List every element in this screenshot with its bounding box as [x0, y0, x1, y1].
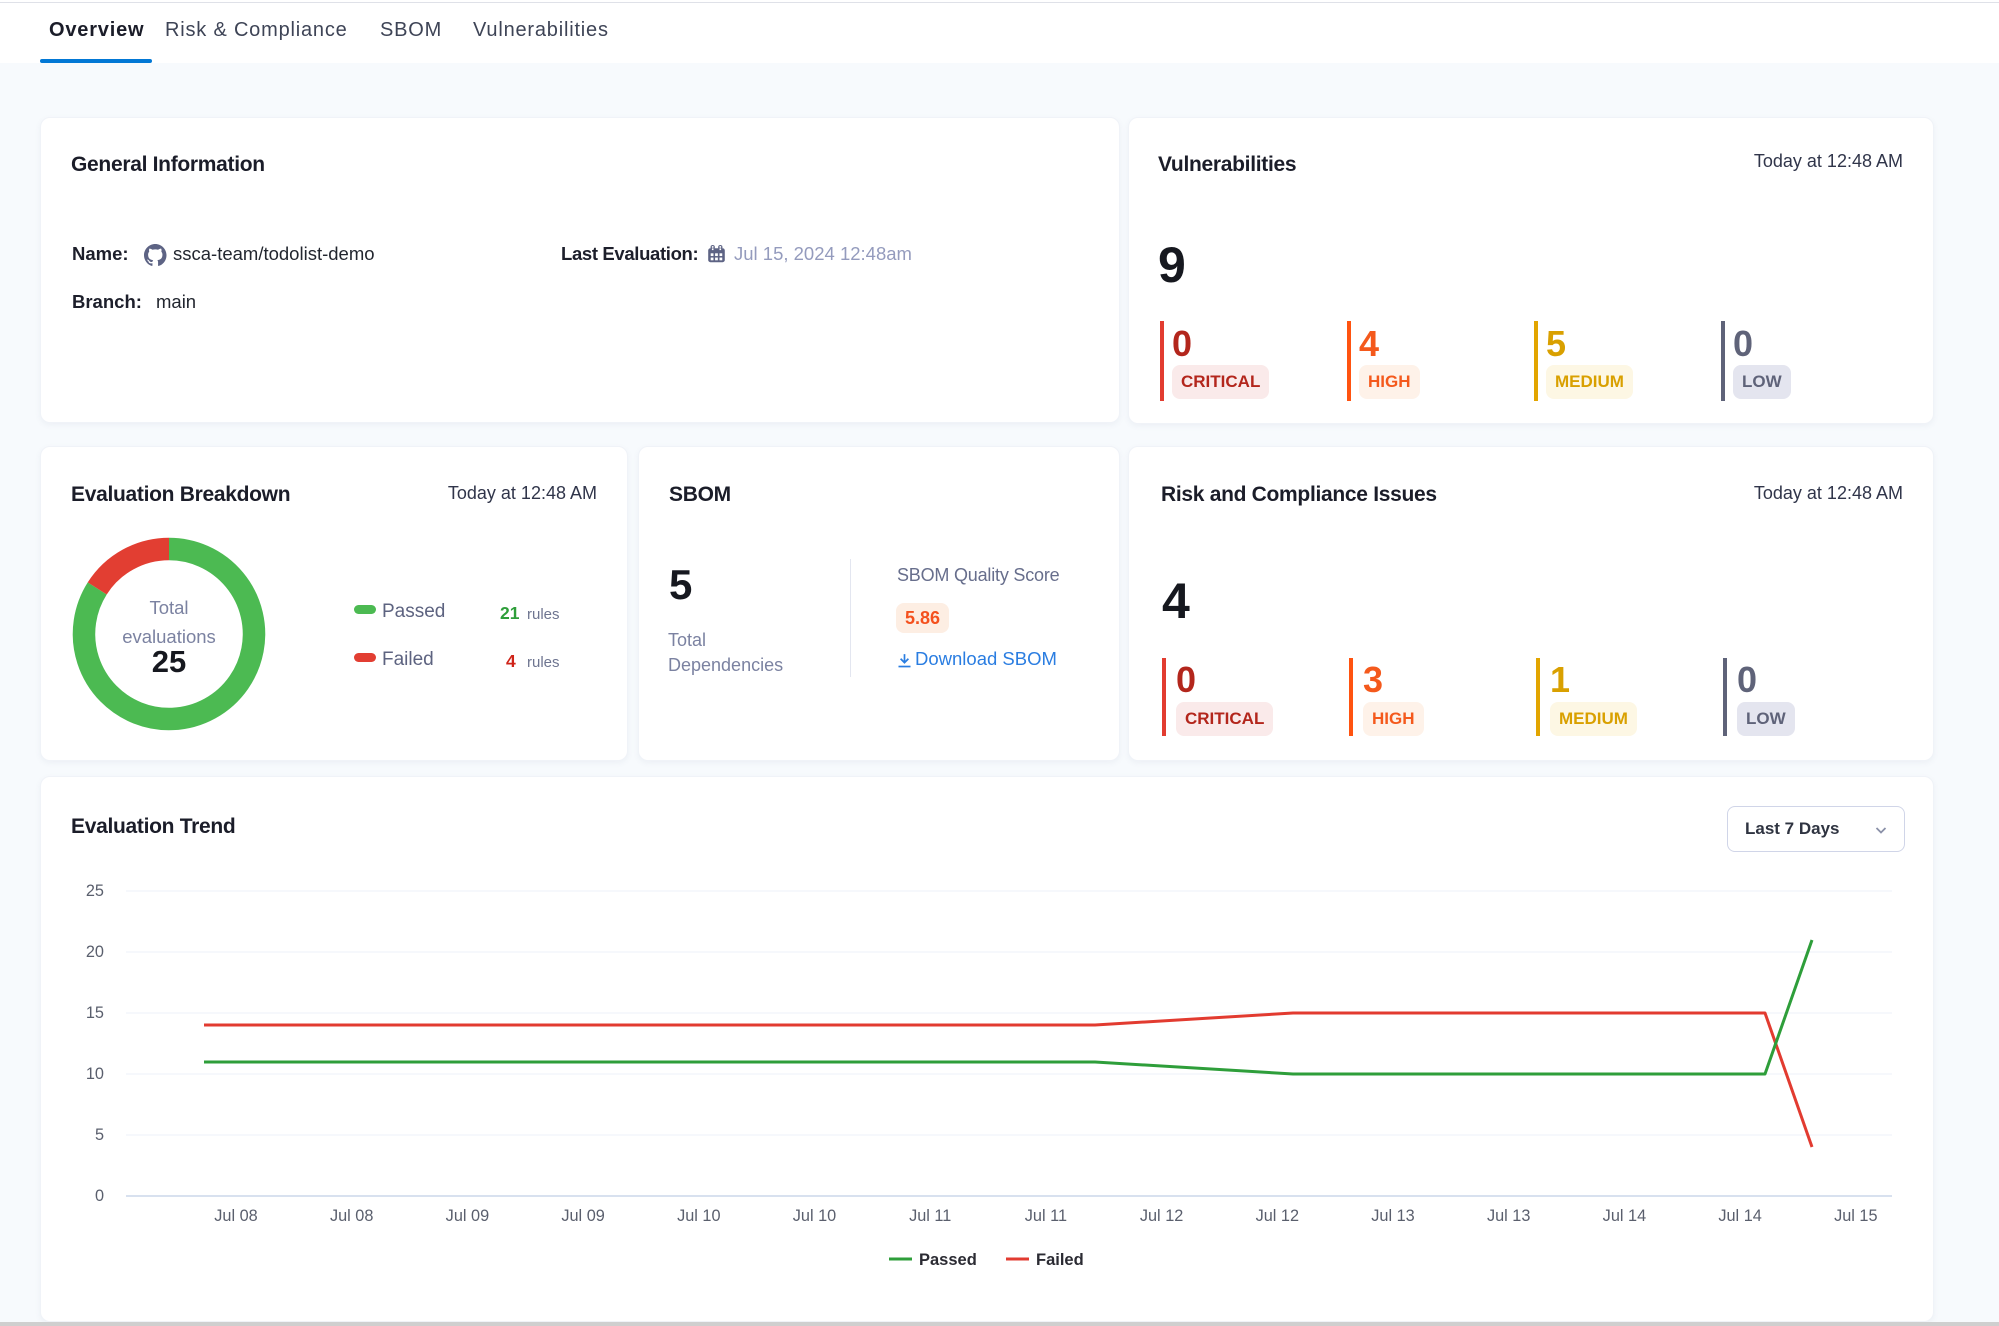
svg-text:20: 20: [86, 943, 104, 961]
svg-text:25: 25: [86, 882, 104, 900]
svg-text:Jul 15: Jul 15: [1834, 1207, 1877, 1225]
svg-text:Jul 14: Jul 14: [1603, 1207, 1646, 1225]
svg-text:Jul 09: Jul 09: [446, 1207, 489, 1225]
svg-text:Jul 10: Jul 10: [793, 1207, 836, 1225]
svg-text:Jul 08: Jul 08: [214, 1207, 257, 1225]
svg-text:Jul 13: Jul 13: [1487, 1207, 1530, 1225]
svg-text:Jul 10: Jul 10: [677, 1207, 720, 1225]
svg-text:Failed: Failed: [1036, 1251, 1084, 1269]
svg-text:10: 10: [86, 1065, 104, 1083]
svg-text:Jul 14: Jul 14: [1718, 1207, 1761, 1225]
svg-text:0: 0: [95, 1187, 104, 1205]
svg-text:Jul 12: Jul 12: [1256, 1207, 1299, 1225]
svg-text:Jul 11: Jul 11: [1025, 1207, 1067, 1225]
svg-text:Passed: Passed: [919, 1251, 977, 1269]
svg-text:Jul 12: Jul 12: [1140, 1207, 1183, 1225]
svg-text:5: 5: [95, 1126, 104, 1144]
svg-text:15: 15: [86, 1004, 104, 1022]
svg-text:Jul 09: Jul 09: [561, 1207, 604, 1225]
svg-text:Jul 08: Jul 08: [330, 1207, 373, 1225]
svg-text:Jul 11: Jul 11: [909, 1207, 951, 1225]
svg-text:Jul 13: Jul 13: [1371, 1207, 1414, 1225]
